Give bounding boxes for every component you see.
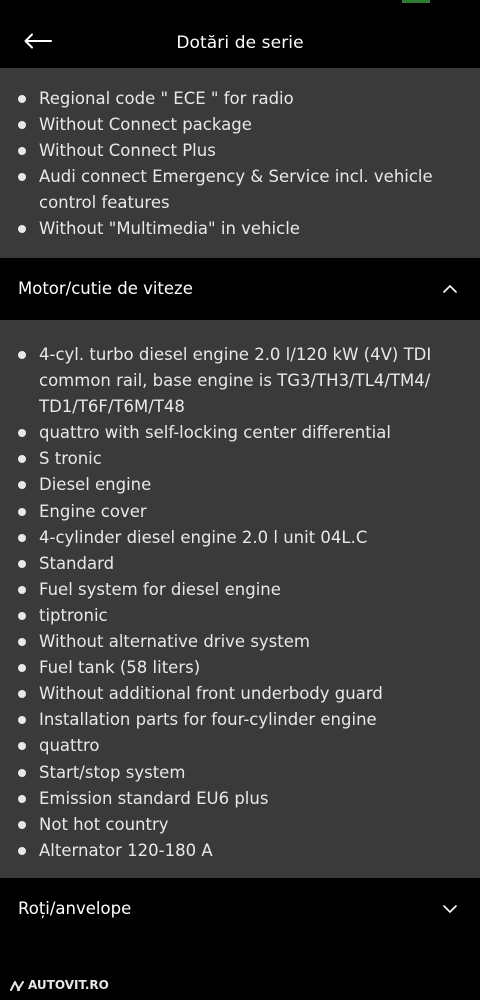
list-item: Alternator 120-180 A [0,838,480,864]
list-item-text: 4-cylinder diesel engine 2.0 l unit 04L.… [39,527,368,547]
list-item-text: Standard [39,553,115,573]
bullet-icon [18,173,26,182]
bullet-icon [18,225,26,234]
list-item-text: Fuel tank (58 liters) [39,658,201,678]
list-item-text: Fuel system for diesel engine [39,579,281,599]
list-item: Regional code " ECE " for radio [0,86,480,112]
list-item-text: Without "Multimedia" in vehicle [39,219,300,239]
list-item: Engine cover [0,499,480,525]
section-header-engine-gearbox[interactable]: Motor/cutie de viteze [0,258,480,320]
list-item-text: Without Connect package [39,115,252,135]
feature-list: Regional code " ECE " for radio Without C… [0,86,480,243]
list-item: quattro [0,733,480,759]
bullet-icon [18,846,26,855]
bullet-icon [18,664,26,673]
bullet-icon [18,481,26,490]
list-item: Fuel tank (58 liters) [0,655,480,681]
bullet-icon [18,95,26,103]
list-item: Not hot country [0,812,480,838]
bullet-icon [18,533,26,542]
bullet-icon [18,690,26,699]
page-title: Dotări de serie [176,33,304,53]
app-header: Dotări de serie [0,0,480,68]
list-item: Diesel engine [0,472,480,498]
chevron-up-icon[interactable] [442,281,458,297]
status-indicator [402,0,430,3]
feature-list: 4-cyl. turbo diesel engine 2.0 l/120 kW … [0,342,480,864]
list-item: Start/stop system [0,760,480,786]
list-item: Standard [0,551,480,577]
list-item: tiptronic [0,603,480,629]
section-title: Motor/cutie de viteze [18,279,193,298]
list-item-text: Without Connect Plus [39,141,216,161]
bullet-icon [18,507,26,516]
watermark-text: AUTOVIT.RO [28,978,109,992]
list-item-text: Without alternative drive system [39,632,310,652]
chevron-down-icon[interactable] [442,901,458,917]
bullet-icon [18,147,26,156]
list-item: Audi connect Emergency & Service incl. v… [0,164,480,216]
bullet-icon [18,716,26,725]
list-item: Without Connect Plus [0,138,480,164]
list-item: Without "Multimedia" in vehicle [0,216,480,242]
list-item-text: Regional code " ECE " for radio [39,89,294,108]
list-item-text: Emission standard EU6 plus [39,788,269,808]
list-item: Without Connect package [0,112,480,138]
list-item: Installation parts for four-cylinder eng… [0,707,480,733]
bullet-icon [18,611,26,620]
list-item-text: S tronic [39,449,102,469]
list-item-text: Audi connect Emergency & Service incl. v… [39,167,433,213]
bullet-icon [18,820,26,829]
bullet-icon [18,768,26,777]
list-item-text: Diesel engine [39,475,152,495]
list-item-text: Alternator 120-180 A [39,840,213,860]
list-item-text: Installation parts for four-cylinder eng… [39,710,377,730]
list-item: S tronic [0,446,480,472]
watermark: AUTOVIT.RO [10,978,109,992]
section-header-wheels-tires[interactable]: Roți/anvelope [0,878,480,940]
list-item: Emission standard EU6 plus [0,786,480,812]
section-title: Roți/anvelope [18,899,132,918]
list-item: Without alternative drive system [0,629,480,655]
list-item-text: Start/stop system [39,762,186,782]
bullet-icon [18,638,26,647]
section-content-previous: Regional code " ECE " for radio Without C… [0,68,480,258]
bullet-icon [18,351,26,359]
bullet-icon [18,455,26,464]
bullet-icon [18,559,26,568]
bullet-icon [18,121,26,130]
list-item-text: Without additional front underbody guard [39,684,383,704]
bullet-icon [18,429,26,438]
list-item-text: quattro [39,736,100,756]
list-item-text: quattro with self-locking center differe… [39,423,391,443]
bullet-icon [18,585,26,594]
bullet-icon [18,742,26,751]
list-item: Without additional front underbody guard [0,681,480,707]
list-item-text: 4-cyl. turbo diesel engine 2.0 l/120 kW … [39,345,432,417]
list-item: Fuel system for diesel engine [0,577,480,603]
list-item: 4-cylinder diesel engine 2.0 l unit 04L.… [0,525,480,551]
bullet-icon [18,794,26,803]
list-item-text: Engine cover [39,501,147,521]
list-item-text: tiptronic [39,605,108,625]
section-content-engine-gearbox: 4-cyl. turbo diesel engine 2.0 l/120 kW … [0,320,480,878]
autovit-logo-icon [10,979,24,991]
list-item: 4-cyl. turbo diesel engine 2.0 l/120 kW … [0,342,480,420]
list-item-text: Not hot country [39,814,169,834]
list-item: quattro with self-locking center differe… [0,420,480,446]
